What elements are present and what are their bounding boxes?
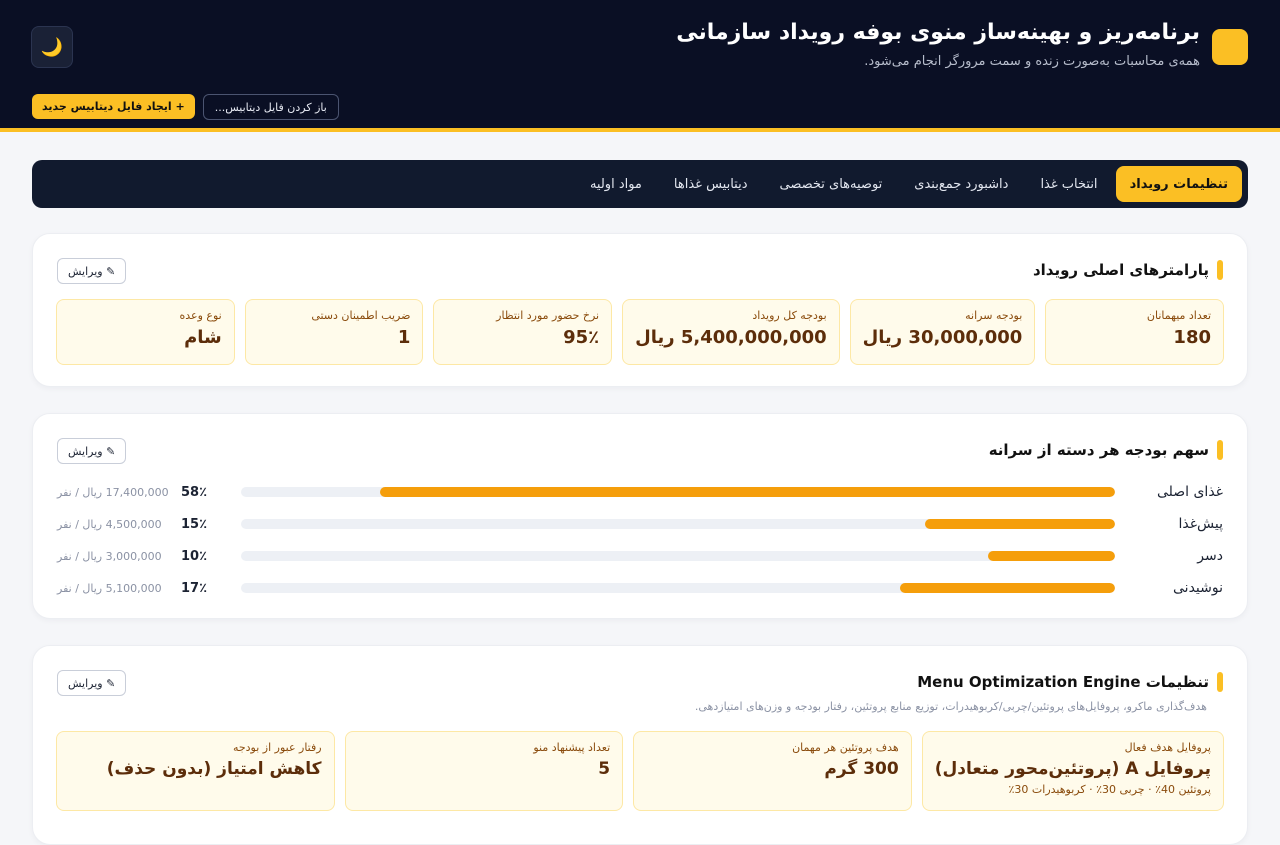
- share-category-name: دسر: [1197, 548, 1223, 564]
- share-amount: 4,500,000 ریال / نفر: [57, 517, 162, 531]
- stat-protein-target: هدف پروتئین هر مهمان 300 گرم: [633, 731, 912, 811]
- share-amount: 3,000,000 ریال / نفر: [57, 549, 162, 563]
- share-progress-fill: [924, 519, 1115, 529]
- share-percent: 17٪: [181, 580, 208, 596]
- stat-value: 1: [397, 327, 411, 348]
- share-amount: 17,400,000 ریال / نفر: [57, 485, 169, 499]
- share-progress-fill: [379, 487, 1115, 497]
- stat-guest-count: تعداد میهمانان 180: [1045, 299, 1224, 365]
- engine-settings-title: تنظیمات Menu Optimization Engine: [917, 673, 1209, 691]
- moon-icon: 🌙: [40, 36, 64, 58]
- stat-budget-overflow-behavior: رفتار عبور از بودجه کاهش امتیاز (بدون حذ…: [56, 731, 335, 811]
- event-params-card: پارامترهای اصلی رویداد ✎ ویرایش تعداد می…: [32, 233, 1248, 387]
- tab-food-selection[interactable]: انتخاب غذا: [1026, 166, 1111, 202]
- share-row-drinks: نوشیدنی 17٪ 5,100,000 ریال / نفر: [57, 572, 1223, 604]
- stat-value: شام: [184, 327, 222, 348]
- title-accent: [1217, 440, 1223, 460]
- share-progress-track: [241, 519, 1115, 529]
- share-progress-track: [241, 551, 1115, 561]
- edit-engine-button[interactable]: ✎ ویرایش: [57, 670, 127, 696]
- tab-summary-dashboard[interactable]: داشبورد جمع‌بندی: [900, 166, 1022, 202]
- stat-meal-type: نوع وعده شام: [56, 299, 235, 365]
- stat-menu-suggestions: تعداد پیشنهاد منو 5: [344, 731, 624, 811]
- engine-stats: پروفایل هدف فعال پروفایل A (پروتئین‌محور…: [56, 731, 1224, 811]
- share-category-name: پیش‌غذا: [1178, 516, 1223, 532]
- stat-label: نوع وعده: [179, 309, 222, 322]
- stat-value: 30,000,000 ریال: [862, 327, 1023, 348]
- edit-shares-button[interactable]: ✎ ویرایش: [57, 438, 127, 464]
- app-header: برنامه‌ریز و بهینه‌ساز منوی بوفه رویداد …: [0, 0, 1280, 132]
- main-tabs: تنظیمات رویداد انتخاب غذا داشبورد جمع‌بن…: [32, 160, 1248, 208]
- stat-label: بودجه سرانه: [965, 309, 1023, 322]
- stat-value: 5: [598, 759, 611, 779]
- stat-label: تعداد میهمانان: [1146, 309, 1211, 322]
- tab-food-database[interactable]: دیتابیس غذاها: [660, 166, 762, 202]
- tab-ingredients[interactable]: مواد اولیه: [576, 166, 656, 202]
- page-title: برنامه‌ریز و بهینه‌ساز منوی بوفه رویداد …: [676, 20, 1200, 45]
- stat-label: پروفایل هدف فعال: [1124, 741, 1211, 754]
- budget-share-title: سهم بودجه هر دسته از سرانه: [988, 441, 1209, 459]
- share-category-name: غذای اصلی: [1156, 484, 1223, 500]
- event-params-title: پارامترهای اصلی رویداد: [1032, 261, 1209, 279]
- budget-share-card: سهم بودجه هر دسته از سرانه ✎ ویرایش غذای…: [32, 413, 1248, 619]
- share-progress-track: [241, 583, 1115, 593]
- section-title: تنظیمات Menu Optimization Engine: [917, 672, 1223, 692]
- new-database-button[interactable]: + ایجاد فایل دیتابیس جدید: [32, 94, 195, 119]
- stat-label: تعداد پیشنهاد منو: [533, 741, 611, 754]
- stat-value: 300 گرم: [824, 759, 899, 779]
- title-accent: [1217, 260, 1223, 280]
- edit-params-button[interactable]: ✎ ویرایش: [57, 258, 127, 284]
- share-amount: 5,100,000 ریال / نفر: [57, 581, 162, 595]
- params-stats: تعداد میهمانان 180 بودجه سرانه 30,000,00…: [56, 299, 1224, 365]
- stat-label: بودجه کل رویداد: [752, 309, 827, 322]
- share-percent: 10٪: [181, 548, 208, 564]
- stat-label: نرخ حضور مورد انتظار: [496, 309, 600, 322]
- budget-share-list: غذای اصلی 58٪ 17,400,000 ریال / نفر پیش‌…: [57, 476, 1223, 604]
- stat-label: ضریب اطمینان دستی: [311, 309, 411, 322]
- section-title: پارامترهای اصلی رویداد: [1033, 260, 1223, 280]
- share-row-main-course: غذای اصلی 58٪ 17,400,000 ریال / نفر: [57, 476, 1223, 508]
- tab-expert-recommendations[interactable]: توصیه‌های تخصصی: [766, 166, 897, 202]
- stat-value: 5,400,000,000 ریال: [635, 327, 827, 348]
- share-row-appetizer: پیش‌غذا 15٪ 4,500,000 ریال / نفر: [57, 508, 1223, 540]
- share-category-name: نوشیدنی: [1173, 580, 1223, 596]
- stat-label: رفتار عبور از بودجه: [232, 741, 322, 754]
- stat-label: هدف پروتئین هر مهمان: [792, 741, 899, 754]
- stat-subtext: پروتئین 40٪ · چربی 30٪ · کربوهیدرات 30٪: [1008, 783, 1212, 796]
- open-database-button[interactable]: باز کردن فایل دیتابیس...: [202, 94, 339, 120]
- brand-logo: [1212, 29, 1248, 65]
- stat-safety-factor: ضریب اطمینان دستی 1: [244, 299, 424, 365]
- title-accent: [1217, 672, 1223, 692]
- page-subtitle: همه‌ی محاسبات به‌صورت زنده و سمت مرورگر …: [864, 54, 1200, 69]
- section-title: سهم بودجه هر دسته از سرانه: [989, 440, 1223, 460]
- stat-per-capita-budget: بودجه سرانه 30,000,000 ریال: [849, 299, 1036, 365]
- stat-value: پروفایل A (پروتئین‌محور متعادل): [934, 759, 1211, 779]
- file-actions: + ایجاد فایل دیتابیس جدید باز کردن فایل …: [32, 94, 339, 120]
- theme-toggle-button[interactable]: 🌙: [31, 26, 73, 68]
- engine-settings-description: هدف‌گذاری ماکرو، پروفایل‌های پروتئین/چرب…: [694, 700, 1207, 713]
- stat-value: کاهش امتیاز (بدون حذف): [106, 759, 322, 779]
- share-row-dessert: دسر 10٪ 3,000,000 ریال / نفر: [57, 540, 1223, 572]
- stat-active-profile: پروفایل هدف فعال پروفایل A (پروتئین‌محور…: [921, 731, 1224, 811]
- tab-event-settings[interactable]: تنظیمات رویداد: [1115, 166, 1242, 202]
- stat-value: 95٪: [563, 327, 600, 348]
- engine-settings-card: تنظیمات Menu Optimization Engine هدف‌گذا…: [32, 645, 1248, 845]
- stat-attendance-rate: نرخ حضور مورد انتظار 95٪: [433, 299, 613, 365]
- share-progress-fill: [988, 551, 1115, 561]
- stat-value: 180: [1173, 327, 1211, 348]
- share-percent: 15٪: [181, 516, 208, 532]
- share-percent: 58٪: [181, 484, 208, 500]
- share-progress-track: [241, 487, 1115, 497]
- stat-total-budget: بودجه کل رویداد 5,400,000,000 ریال: [622, 299, 840, 365]
- share-progress-fill: [899, 583, 1115, 593]
